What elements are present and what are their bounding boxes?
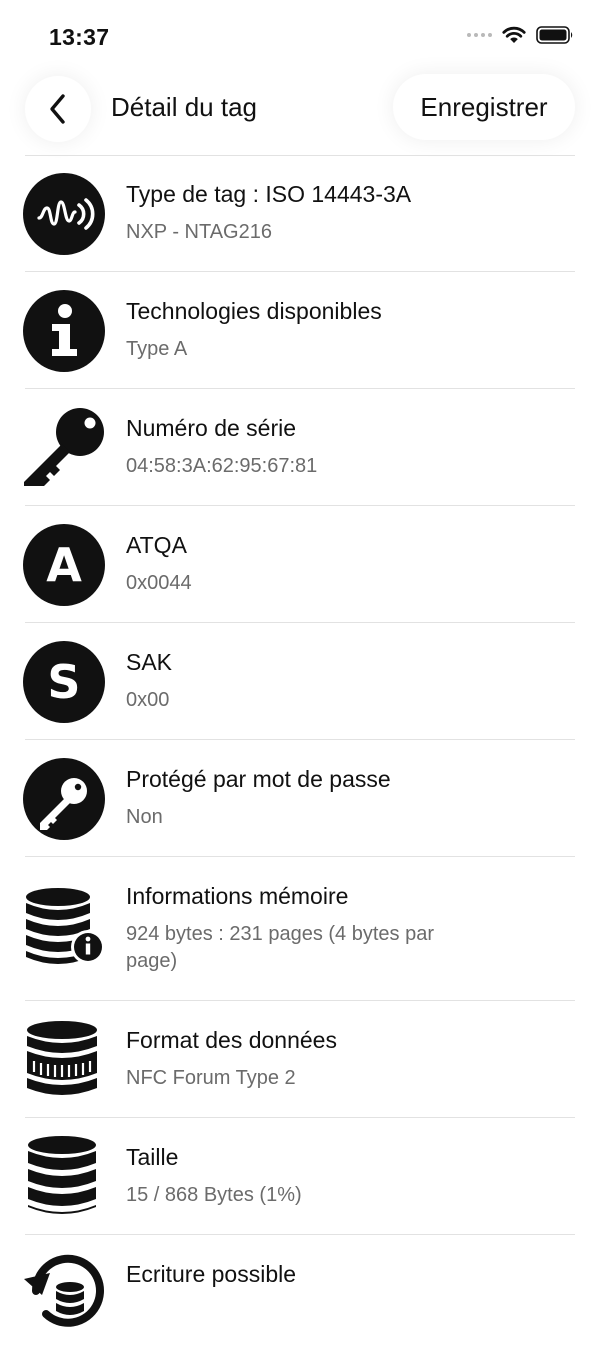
nfc-signal-icon (22, 172, 106, 256)
key-icon (22, 406, 106, 490)
list-item-password-protection: Protégé par mot de passe Non (22, 740, 575, 857)
letter-a-icon: A (22, 523, 106, 607)
navigation-header: Détail du tag Enregistrer (0, 72, 600, 156)
wifi-icon (502, 26, 526, 43)
item-title: Numéro de série (126, 415, 297, 441)
list-item-technologies: Technologies disponibles Type A (22, 272, 575, 389)
save-button[interactable]: Enregistrer (393, 74, 575, 140)
page-title: Détail du tag (111, 92, 257, 122)
letter-s-icon: S (22, 640, 106, 724)
svg-text:S: S (47, 655, 80, 709)
item-value: Non (126, 806, 163, 828)
list-item-size: Taille 15 / 868 Bytes (1%) (25, 1118, 575, 1235)
info-icon (22, 289, 106, 373)
list-item-data-format: Format des données NFC Forum Type 2 (25, 1001, 575, 1118)
back-button[interactable] (25, 76, 91, 142)
item-title: ATQA (126, 532, 187, 558)
coins-stack-icon (22, 1018, 106, 1102)
tag-details-list: Type de tag : ISO 14443-3A NXP - NTAG216… (0, 156, 600, 1355)
item-value: 0x00 (126, 689, 170, 711)
status-bar: 13:37 (0, 0, 600, 72)
list-item-tag-type: Type de tag : ISO 14443-3A NXP - NTAG216 (22, 156, 575, 272)
battery-icon (536, 26, 573, 44)
item-value: 04:58:3A:62:95:67:81 (126, 455, 318, 477)
lock-key-icon (22, 757, 106, 841)
item-title: Type de tag : ISO 14443-3A (126, 181, 412, 207)
item-value: 15 / 868 Bytes (1%) (126, 1184, 302, 1206)
svg-text:A: A (46, 538, 82, 592)
status-icons (467, 26, 574, 44)
item-value: NFC Forum Type 2 (126, 1067, 296, 1089)
list-item-writable: Ecriture possible (22, 1235, 575, 1355)
item-title: Informations mémoire (126, 883, 349, 909)
list-item-sak: S SAK 0x00 (22, 623, 575, 740)
item-title: Format des données (126, 1027, 337, 1053)
item-value: 924 bytes : 231 pages (4 bytes par page) (126, 923, 434, 972)
database-icon (22, 1135, 106, 1219)
status-time: 13:37 (49, 24, 110, 50)
item-title: Ecriture possible (126, 1261, 297, 1287)
cellular-signal-icon (467, 33, 492, 37)
database-info-icon (22, 887, 106, 971)
item-value: NXP - NTAG216 (126, 221, 272, 243)
item-title: Protégé par mot de passe (126, 766, 391, 792)
item-title: SAK (126, 649, 173, 675)
item-value: 0x0044 (126, 572, 192, 594)
chevron-left-icon (50, 94, 65, 124)
list-item-atqa: A ATQA 0x0044 (22, 506, 575, 623)
item-title: Taille (126, 1144, 179, 1170)
item-value: Type A (126, 338, 188, 360)
database-rotate-icon (22, 1251, 106, 1335)
list-item-serial-number: Numéro de série 04:58:3A:62:95:67:81 (22, 389, 575, 506)
item-title: Technologies disponibles (126, 298, 382, 324)
list-item-memory-info: Informations mémoire 924 bytes : 231 pag… (25, 857, 575, 1001)
